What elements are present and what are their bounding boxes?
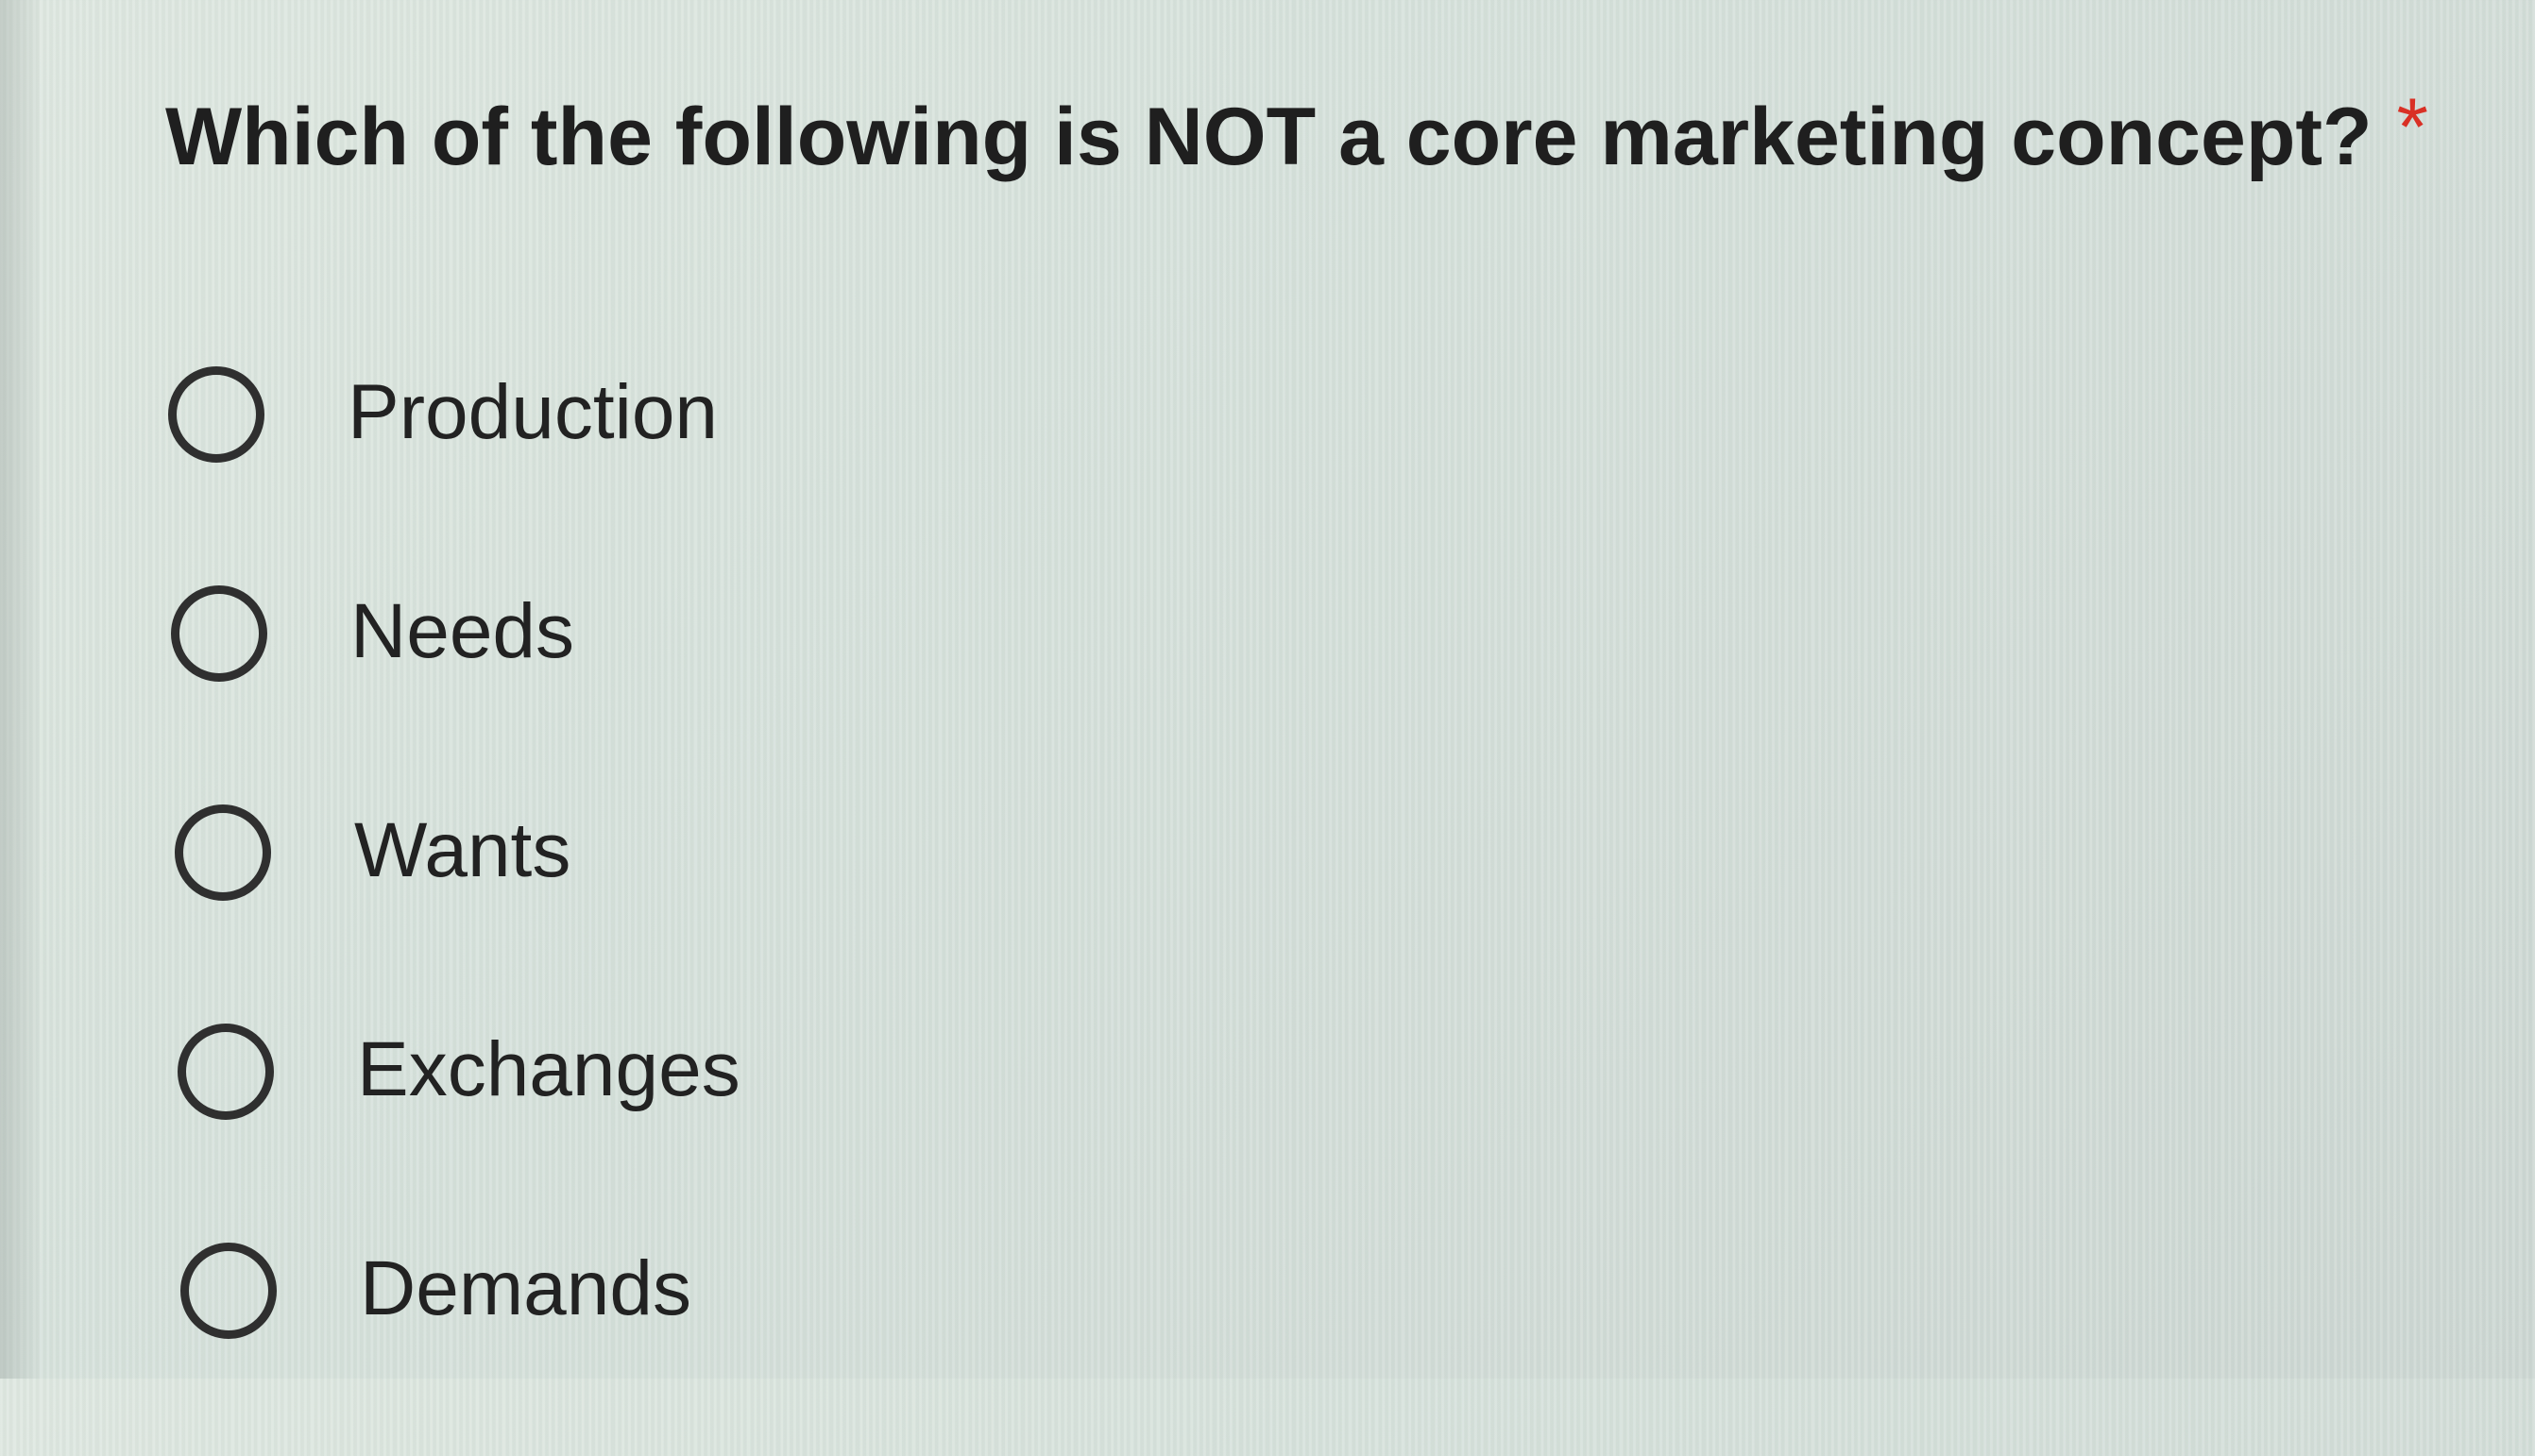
answer-options: Production Needs Wants Exchanges Demands (168, 361, 1302, 1456)
question-title: Which of the following is NOT a core mar… (165, 87, 2428, 178)
required-marker: * (2396, 82, 2428, 173)
question-text: Which of the following is NOT a core mar… (165, 92, 2373, 182)
radio-button[interactable] (175, 804, 271, 901)
radio-button[interactable] (171, 585, 267, 682)
radio-button[interactable] (168, 366, 264, 463)
option-label[interactable]: Needs (350, 585, 574, 678)
option-label[interactable]: Production (348, 366, 718, 459)
option-exchanges[interactable]: Exchanges (178, 1018, 1311, 1237)
option-label[interactable]: Exchanges (357, 1024, 740, 1116)
radio-button[interactable] (180, 1243, 277, 1339)
option-wants[interactable]: Wants (175, 799, 1308, 1018)
option-label[interactable]: Demands (360, 1243, 691, 1335)
option-production[interactable]: Production (168, 361, 1302, 580)
question-card: Which of the following is NOT a core mar… (0, 0, 2535, 1379)
option-label[interactable]: Wants (354, 804, 570, 897)
option-needs[interactable]: Needs (171, 580, 1304, 799)
radio-button[interactable] (178, 1024, 274, 1120)
form-screen: Which of the following is NOT a core mar… (0, 0, 2535, 1379)
option-demands[interactable]: Demands (180, 1237, 1314, 1456)
